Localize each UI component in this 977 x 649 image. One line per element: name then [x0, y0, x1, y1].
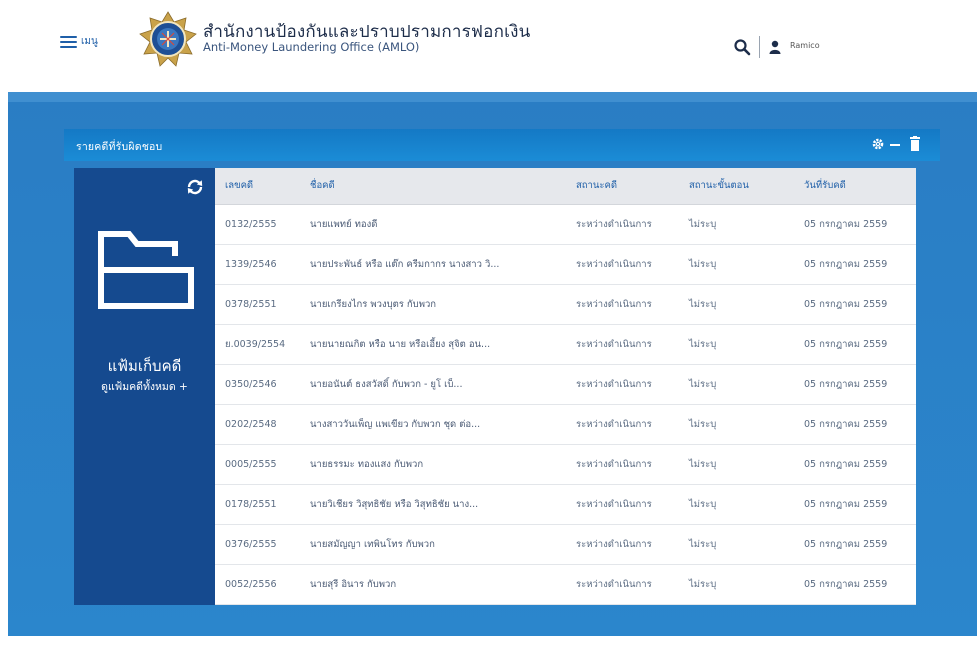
panel-title: รายคดีที่รับผิดชอบ — [76, 141, 163, 153]
case-number: 0052/2556 — [215, 564, 300, 606]
table-row[interactable]: 0052/2556 นายสุรี อินาร กับพวก ระหว่างดำ… — [215, 564, 916, 606]
step-status: ไม่ระบุ — [679, 524, 794, 566]
menu-button[interactable]: เมนู — [60, 34, 98, 49]
case-status: ระหว่างดำเนินการ — [566, 364, 679, 405]
case-status: ระหว่างดำเนินการ — [566, 484, 679, 526]
refresh-icon[interactable] — [186, 178, 204, 196]
case-number: 0202/2548 — [215, 404, 300, 446]
case-number: 0005/2555 — [215, 444, 300, 486]
case-number: 0378/2551 — [215, 284, 300, 325]
stage-top-band — [8, 92, 977, 102]
column-header-case-name[interactable]: ชื่อคดี — [300, 168, 566, 205]
case-name: นายวิเชียร วิสุทธิชัย หรือ วิสุทธิชัย นา… — [300, 484, 566, 526]
case-status: ระหว่างดำเนินการ — [566, 284, 679, 325]
trash-icon[interactable] — [910, 136, 920, 151]
case-status: ระหว่างดำเนินการ — [566, 524, 679, 566]
case-number: 0132/2555 — [215, 204, 300, 245]
received-date: 05 กรกฎาคม 2559 — [794, 564, 916, 606]
case-name: นายเกรียงไกร พวงบุตร กับพวก — [300, 284, 566, 325]
case-status: ระหว่างดำเนินการ — [566, 564, 679, 606]
case-name: นายอนันต์ ธงสวัสดิ์ กับพวก - ยูโ เบ็... — [300, 364, 566, 405]
case-folder-panel: แฟ้มเก็บคดี ดูแฟ้มคดีทั้งหมด + — [74, 168, 215, 605]
step-status: ไม่ระบุ — [679, 364, 794, 405]
table-row[interactable]: 0378/2551 นายเกรียงไกร พวงบุตร กับพวก ระ… — [215, 284, 916, 325]
column-header-case-number[interactable]: เลขคดี — [215, 168, 300, 205]
received-date: 05 กรกฎาคม 2559 — [794, 444, 916, 486]
received-date: 05 กรกฎาคม 2559 — [794, 244, 916, 285]
case-name: นายสุรี อินาร กับพวก — [300, 564, 566, 606]
case-number: 1339/2546 — [215, 244, 300, 285]
case-status: ระหว่างดำเนินการ — [566, 324, 679, 365]
case-status: ระหว่างดำเนินการ — [566, 404, 679, 446]
step-status: ไม่ระบุ — [679, 564, 794, 606]
case-table: เลขคดี ชื่อคดี สถานะคดี สถานะขั้นตอน วัน… — [215, 168, 916, 606]
case-status: ระหว่างดำเนินการ — [566, 204, 679, 245]
step-status: ไม่ระบุ — [679, 404, 794, 446]
step-status: ไม่ระบุ — [679, 444, 794, 486]
view-all-cases-link[interactable]: ดูแฟ้มคดีทั้งหมด + — [74, 378, 215, 395]
step-status: ไม่ระบุ — [679, 484, 794, 526]
page-bottom-strip — [8, 636, 977, 649]
panel-header: รายคดีที่รับผิดชอบ — [64, 129, 940, 161]
case-name: นายแพทย์ ทองดี — [300, 204, 566, 245]
table-header-row: เลขคดี ชื่อคดี สถานะคดี สถานะขั้นตอน วัน… — [215, 168, 916, 205]
user-icon[interactable] — [769, 40, 781, 54]
case-name: นายธรรมะ ทองแสง กับพวก — [300, 444, 566, 486]
case-name: นางสาววันเพ็ญ แพเขียว กับพวก ชุด ต่อ... — [300, 404, 566, 446]
case-number: 0178/2551 — [215, 484, 300, 526]
received-date: 05 กรกฎาคม 2559 — [794, 484, 916, 526]
case-table-container: เลขคดี ชื่อคดี สถานะคดี สถานะขั้นตอน วัน… — [215, 168, 916, 606]
amlo-logo — [139, 11, 197, 67]
received-date: 05 กรกฎาคม 2559 — [794, 524, 916, 566]
table-row[interactable]: 0178/2551 นายวิเชียร วิสุทธิชัย หรือ วิส… — [215, 484, 916, 526]
case-name: นายประพันธ์ หรือ แต๊ก ครีมกากร นางสาว วิ… — [300, 244, 566, 285]
received-date: 05 กรกฎาคม 2559 — [794, 284, 916, 325]
table-row[interactable]: 0376/2555 นายสมัญญา เทพินโทร กับพวก ระหว… — [215, 524, 916, 566]
case-number: 0350/2546 — [215, 364, 300, 405]
minimize-icon[interactable] — [890, 144, 900, 146]
open-folder-icon — [98, 231, 194, 309]
gear-icon[interactable] — [871, 137, 885, 151]
table-row[interactable]: 0005/2555 นายธรรมะ ทองแสง กับพวก ระหว่าง… — [215, 444, 916, 486]
case-name: นายสมัญญา เทพินโทร กับพวก — [300, 524, 566, 566]
case-status: ระหว่างดำเนินการ — [566, 444, 679, 486]
received-date: 05 กรกฎาคม 2559 — [794, 364, 916, 405]
case-name: นายนายณกิต หรือ นาย หรือเอี้ยง สุจิต อน.… — [300, 324, 566, 365]
step-status: ไม่ระบุ — [679, 284, 794, 325]
received-date: 05 กรกฎาคม 2559 — [794, 404, 916, 446]
table-row[interactable]: 0350/2546 นายอนันต์ ธงสวัสดิ์ กับพวก - ย… — [215, 364, 916, 405]
step-status: ไม่ระบุ — [679, 244, 794, 285]
step-status: ไม่ระบุ — [679, 204, 794, 245]
case-number: 0376/2555 — [215, 524, 300, 566]
search-icon[interactable] — [733, 38, 751, 56]
table-row[interactable]: ย.0039/2554 นายนายณกิต หรือ นาย หรือเอี้… — [215, 324, 916, 365]
column-header-received-date[interactable]: วันที่รับคดี — [794, 168, 916, 205]
org-title-english: Anti-Money Laundering Office (AMLO) — [203, 40, 420, 54]
table-row[interactable]: 0132/2555 นายแพทย์ ทองดี ระหว่างดำเนินกา… — [215, 204, 916, 245]
header-divider — [759, 36, 760, 58]
column-header-step-status[interactable]: สถานะขั้นตอน — [679, 168, 794, 205]
case-number: ย.0039/2554 — [215, 324, 300, 365]
case-status: ระหว่างดำเนินการ — [566, 244, 679, 285]
folder-title: แฟ้มเก็บคดี — [107, 357, 182, 375]
main-content: รายคดีที่รับผิดชอบ แฟ้มเก็บคดี ดูแฟ้มคดี… — [8, 92, 977, 649]
menu-label: เมนู — [81, 36, 98, 47]
hamburger-icon — [60, 35, 77, 48]
table-row[interactable]: 0202/2548 นางสาววันเพ็ญ แพเขียว กับพวก ช… — [215, 404, 916, 446]
received-date: 05 กรกฎาคม 2559 — [794, 204, 916, 245]
step-status: ไม่ระบุ — [679, 324, 794, 365]
received-date: 05 กรกฎาคม 2559 — [794, 324, 916, 365]
column-header-case-status[interactable]: สถานะคดี — [566, 168, 679, 205]
user-name[interactable]: Ramico — [790, 41, 820, 50]
top-header: เมนู สำนักงานป้องกันและปราบปรามการฟอกเงิ… — [0, 0, 977, 92]
table-row[interactable]: 1339/2546 นายประพันธ์ หรือ แต๊ก ครีมกากร… — [215, 244, 916, 285]
